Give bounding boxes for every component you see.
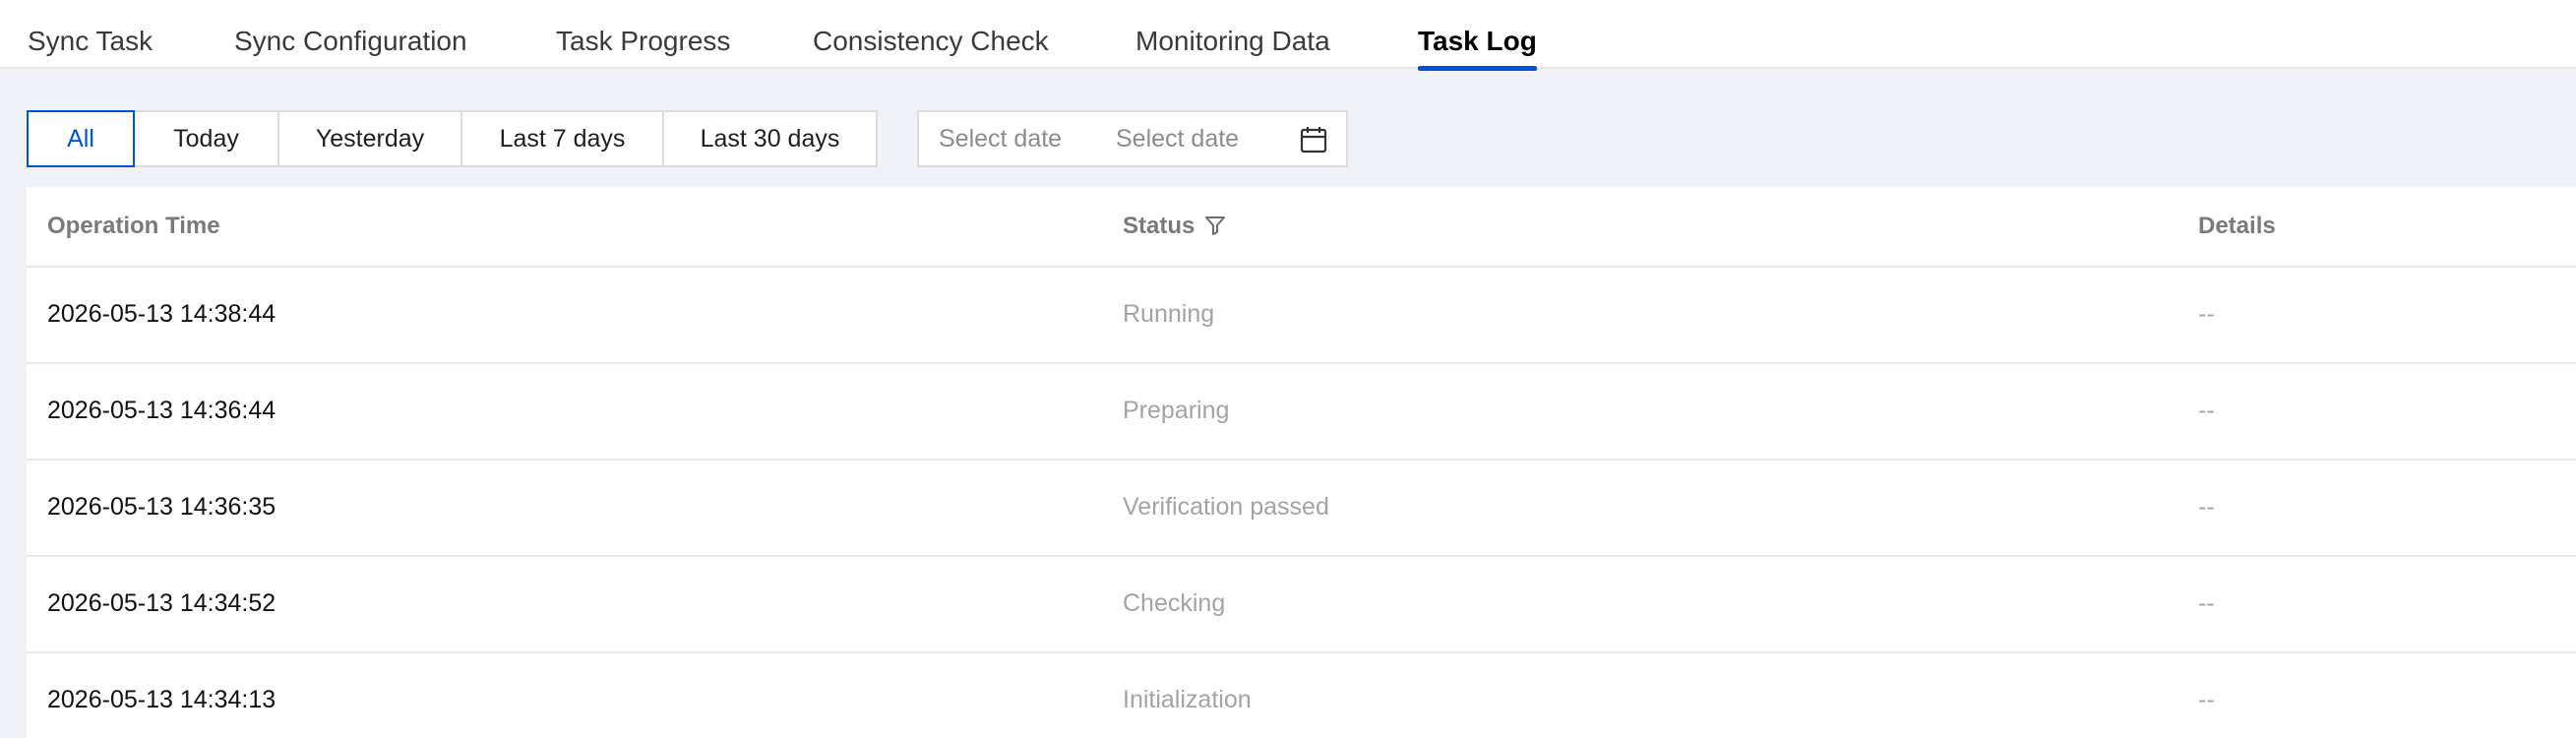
start-date-input[interactable] <box>939 112 1096 165</box>
status-cell: Initialization <box>1123 686 1252 713</box>
range-yesterday-button[interactable]: Yesterday <box>277 110 462 167</box>
tab-consistency-check[interactable]: Consistency Check <box>813 22 1049 61</box>
end-date-input[interactable] <box>1116 112 1273 165</box>
column-header-status-label: Status <box>1123 213 1196 239</box>
time-range-group: All Today Yesterday Last 7 days Last 30 … <box>27 110 878 167</box>
filter-icon[interactable] <box>1204 215 1226 236</box>
table-row: 2026-05-13 14:34:52 Checking -- <box>27 557 2576 653</box>
status-cell: Verification passed <box>1123 493 1329 521</box>
tab-task-log[interactable]: Task Log <box>1418 22 1537 71</box>
date-range-picker[interactable] <box>917 110 1348 167</box>
operation-time-cell: 2026-05-13 14:34:13 <box>47 686 276 713</box>
table-header: Operation Time Status Details <box>27 187 2576 268</box>
details-cell: -- <box>2198 397 2215 424</box>
task-log-table: Operation Time Status Details 2026-05-13… <box>27 187 2576 738</box>
range-last-7-days-button[interactable]: Last 7 days <box>460 110 664 167</box>
table-row: 2026-05-13 14:38:44 Running -- <box>27 268 2576 364</box>
table-row: 2026-05-13 14:34:13 Initialization -- <box>27 653 2576 738</box>
tab-sync-configuration[interactable]: Sync Configuration <box>234 22 467 61</box>
operation-time-cell: 2026-05-13 14:36:35 <box>47 493 276 521</box>
details-cell: -- <box>2198 493 2215 521</box>
status-cell: Checking <box>1123 589 1226 617</box>
tab-bar: Sync Task Sync Configuration Task Progre… <box>0 0 2576 71</box>
calendar-icon[interactable] <box>1299 125 1328 154</box>
details-cell: -- <box>2198 300 2215 328</box>
details-cell: -- <box>2198 589 2215 617</box>
operation-time-cell: 2026-05-13 14:34:52 <box>47 589 276 617</box>
tab-sync-task[interactable]: Sync Task <box>28 22 153 61</box>
range-today-button[interactable]: Today <box>133 110 279 167</box>
operation-time-cell: 2026-05-13 14:38:44 <box>47 300 276 328</box>
range-all-button[interactable]: All <box>27 110 135 167</box>
tab-task-progress[interactable]: Task Progress <box>556 22 730 61</box>
column-header-status: Status <box>1123 187 1226 266</box>
status-cell: Preparing <box>1123 397 1230 424</box>
operation-time-cell: 2026-05-13 14:36:44 <box>47 397 276 424</box>
range-last-30-days-button[interactable]: Last 30 days <box>662 110 878 167</box>
column-header-operation-time: Operation Time <box>47 213 220 239</box>
status-cell: Running <box>1123 300 1215 328</box>
tab-monitoring-data[interactable]: Monitoring Data <box>1135 22 1330 61</box>
table-row: 2026-05-13 14:36:35 Verification passed … <box>27 461 2576 557</box>
table-row: 2026-05-13 14:36:44 Preparing -- <box>27 364 2576 461</box>
column-header-details: Details <box>2198 213 2276 239</box>
details-cell: -- <box>2198 686 2215 713</box>
